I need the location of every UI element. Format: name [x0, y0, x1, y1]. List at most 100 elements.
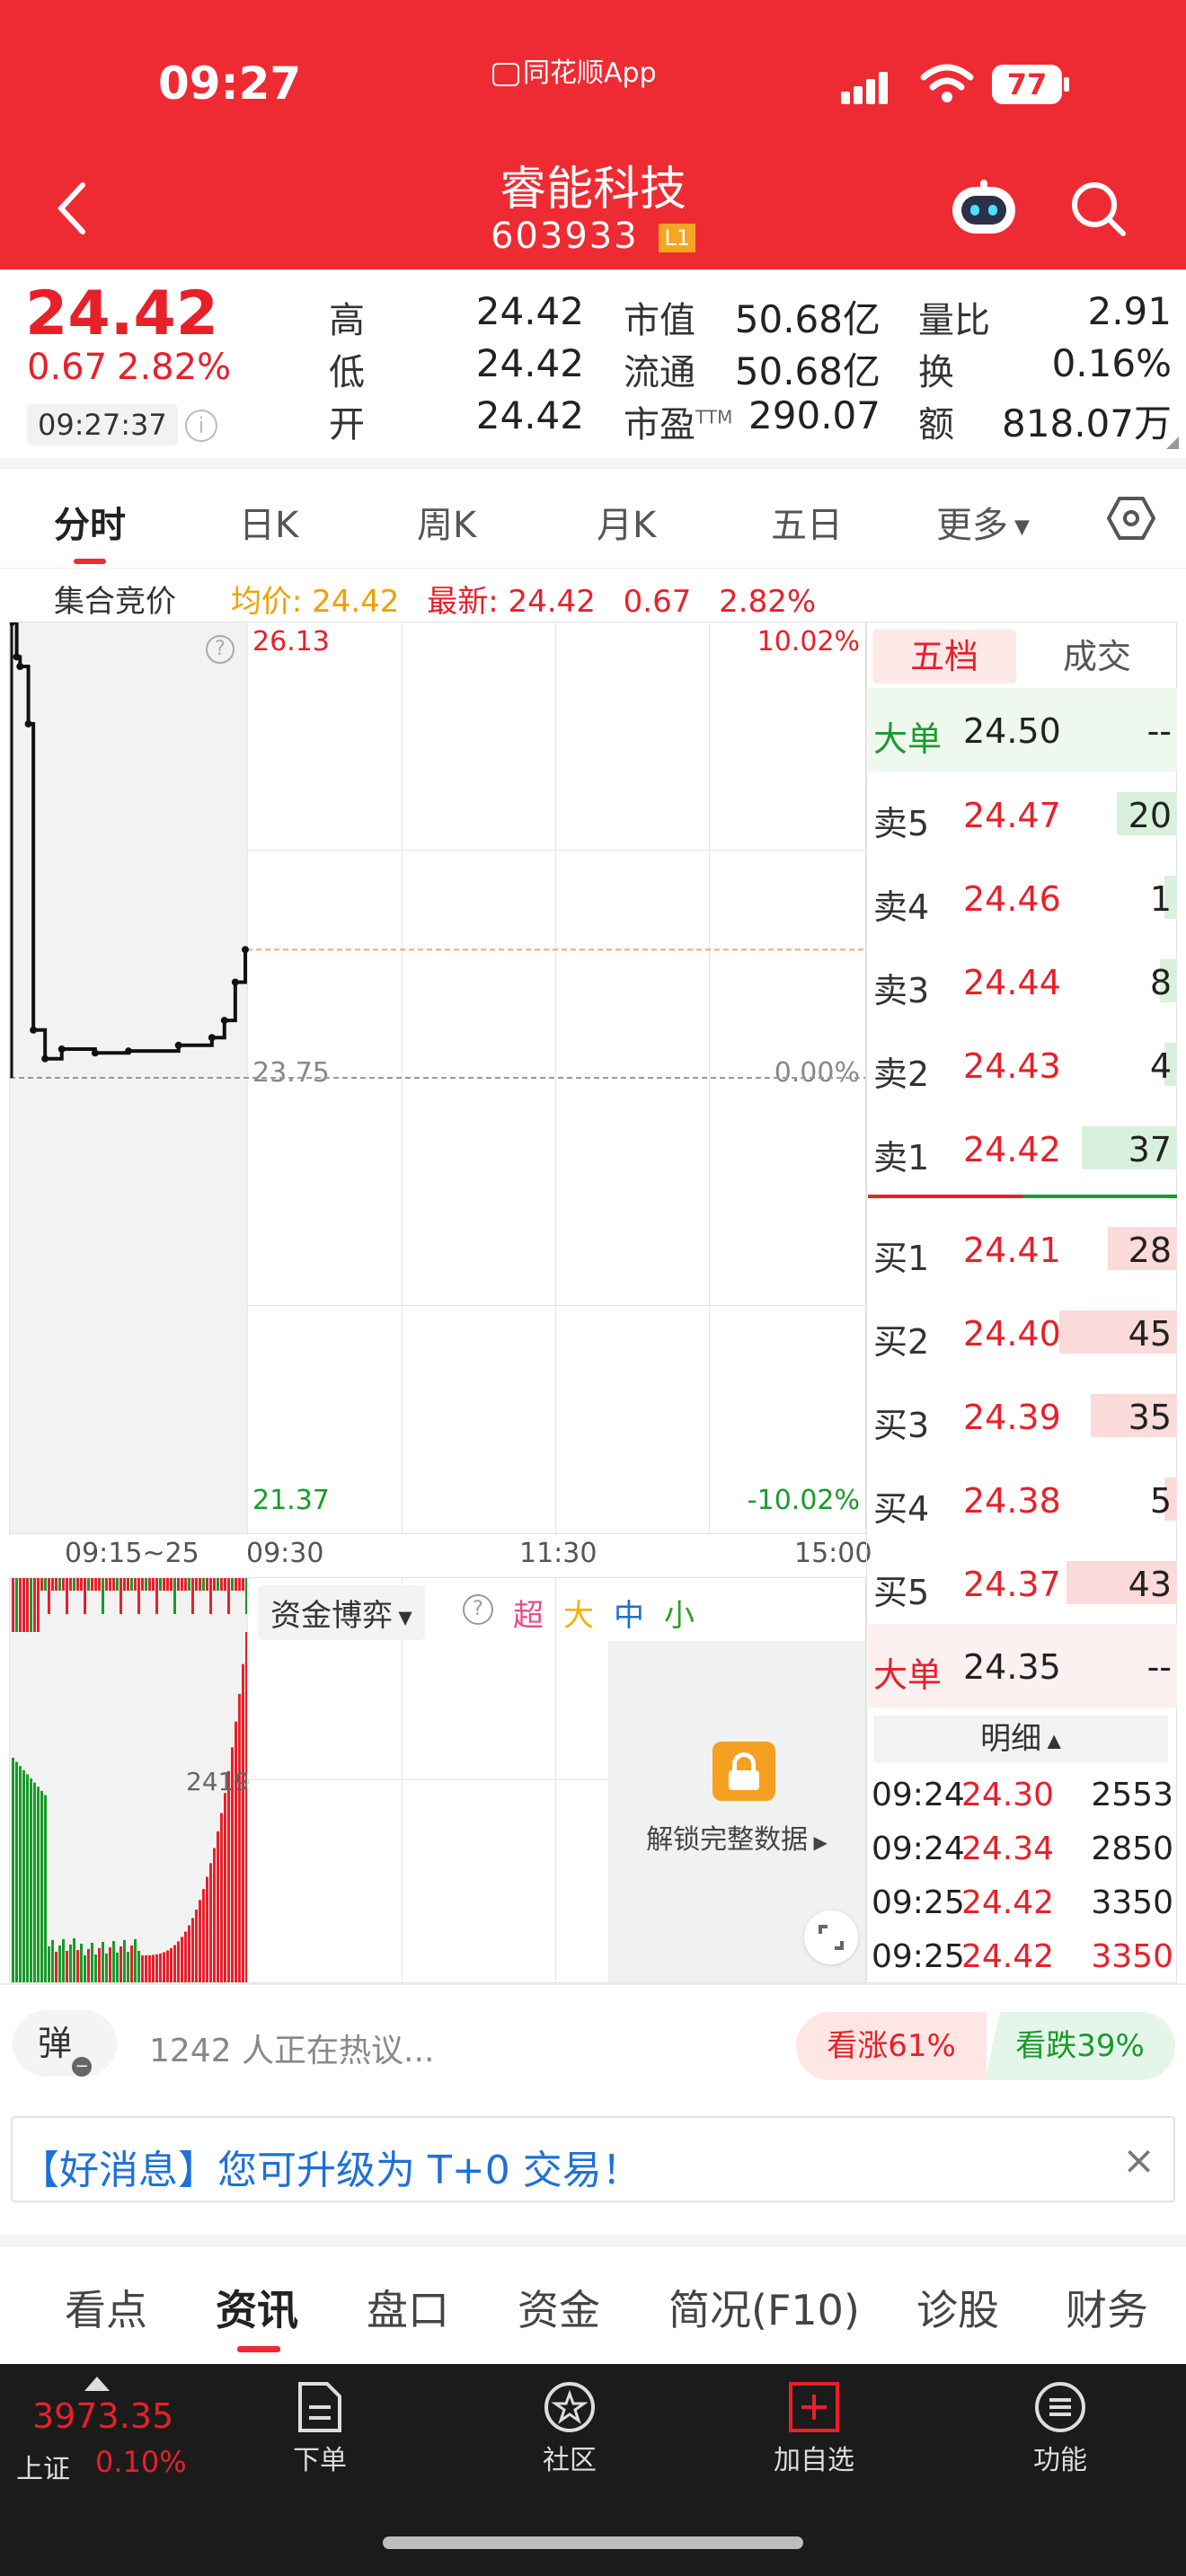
- tab-f10[interactable]: 简况(F10): [668, 2278, 860, 2337]
- unlock-overlay[interactable]: 解锁完整数据 ▶: [608, 1641, 865, 1982]
- tab-weekly-k[interactable]: 周K: [417, 496, 476, 548]
- fund-top-bar: [170, 1578, 173, 1591]
- fund-bar: [62, 1939, 65, 1982]
- bid-label: 买5: [873, 1573, 930, 1612]
- home-indicator: [383, 2536, 803, 2549]
- bid-price: 24.37: [963, 1565, 1061, 1604]
- index-pct: 0.10%: [95, 2445, 187, 2479]
- tab-diagnosis[interactable]: 诊股: [916, 2278, 999, 2337]
- stat-label-low: 低: [329, 352, 365, 393]
- fund-bar: [141, 1954, 144, 1982]
- auction-price-point: [24, 719, 32, 728]
- fund-top-bar: [22, 1578, 25, 1632]
- stat-label-amount: 额: [918, 404, 954, 446]
- fund-bar: [55, 1952, 58, 1982]
- fund-top-bar: [206, 1578, 208, 1591]
- index-widget[interactable]: 3973.35 上证 0.10%: [13, 2371, 201, 2485]
- ask-row: 卖3 24.44 8: [868, 940, 1177, 1023]
- tab-funds[interactable]: 资金: [518, 2278, 600, 2337]
- fund-bar: [48, 1946, 50, 1982]
- auction-price-point: [220, 1017, 228, 1025]
- fund-bar: [66, 1951, 68, 1982]
- fund-top-bar: [58, 1578, 61, 1591]
- active-tab-indicator: [74, 559, 106, 564]
- auction-price-point: [242, 946, 249, 954]
- tab-intraday[interactable]: 分时: [54, 496, 126, 548]
- nav-order[interactable]: 下单: [266, 2380, 374, 2477]
- add-watchlist-icon: [789, 2382, 839, 2432]
- app-label: 同花顺App: [492, 50, 657, 90]
- nav-community[interactable]: 社区: [516, 2380, 624, 2477]
- fund-bar: [195, 1909, 198, 1982]
- fund-bar: [19, 1766, 22, 1982]
- expand-corner-icon[interactable]: [1166, 437, 1179, 449]
- danmu-toggle[interactable]: 弹−: [13, 2010, 117, 2077]
- fund-bar: [145, 1954, 147, 1982]
- fund-category-medium[interactable]: 中: [614, 1591, 644, 1635]
- fund-top-bar: [217, 1578, 219, 1591]
- stat-value-pe: 290.07: [748, 393, 881, 437]
- bid-price: 24.38: [963, 1481, 1061, 1521]
- x-label-close: 15:00: [794, 1538, 872, 1569]
- fund-top-bar: [30, 1578, 32, 1632]
- ask-label: 卖3: [873, 971, 930, 1010]
- fund-bar: [127, 1952, 129, 1982]
- tab-news[interactable]: 资讯: [216, 2278, 298, 2337]
- fund-top-bar: [166, 1578, 169, 1591]
- fullscreen-icon[interactable]: [804, 1910, 858, 1964]
- fund-bar: [137, 1951, 140, 1982]
- quote-time: 09:27:37: [27, 404, 178, 446]
- fund-type-dropdown[interactable]: 资金博弈 ▼: [258, 1585, 425, 1640]
- fund-top-bar: [80, 1578, 83, 1591]
- close-icon[interactable]: ×: [1122, 2138, 1155, 2183]
- tab-order-book[interactable]: 盘口: [367, 2278, 449, 2337]
- fund-bar: [105, 1954, 108, 1982]
- fund-category-super[interactable]: 超: [513, 1591, 544, 1635]
- fund-bar: [220, 1813, 223, 1982]
- nav-add-watchlist[interactable]: 加自选: [760, 2380, 868, 2477]
- intraday-chart[interactable]: ? 26.13 10.02% 23.75 0.00% 21.37 -10.02%: [9, 622, 866, 1534]
- menu-icon: [1035, 2382, 1085, 2432]
- detail-header[interactable]: 明细 ▲: [873, 1716, 1168, 1762]
- bearish-button[interactable]: 看跌39%: [985, 2012, 1175, 2080]
- fund-top-bar: [173, 1578, 176, 1614]
- tab-more[interactable]: 更多 ▼: [936, 496, 1030, 548]
- fund-bar: [80, 1944, 83, 1982]
- trade-price: 24.30: [961, 1777, 1055, 1813]
- ask-price: 24.42: [963, 1130, 1061, 1169]
- discussion-text[interactable]: 1242 人正在热议...: [149, 2025, 434, 2071]
- tab-five-day[interactable]: 五日: [771, 496, 843, 548]
- fund-top-bar: [209, 1578, 212, 1614]
- tab-daily-k[interactable]: 日K: [239, 496, 298, 548]
- fund-bar: [76, 1950, 79, 1982]
- settings-hexagon-icon[interactable]: [1107, 496, 1155, 541]
- notice-banner[interactable]: 【好消息】您可升级为 T+0 交易！ ×: [11, 2116, 1175, 2202]
- fund-category-small[interactable]: 小: [664, 1591, 695, 1635]
- info-icon[interactable]: i: [185, 410, 217, 442]
- bid-row: 买3 24.39 35: [868, 1374, 1177, 1458]
- search-icon[interactable]: [1069, 180, 1128, 239]
- robot-assistant-icon[interactable]: [952, 180, 1015, 237]
- ask-label: 卖2: [873, 1054, 930, 1094]
- nav-functions[interactable]: 功能: [1006, 2380, 1114, 2477]
- bid-volume: 43: [1128, 1565, 1172, 1604]
- price-change-pct: 2.82%: [117, 347, 232, 388]
- fund-top-bar: [155, 1578, 158, 1614]
- trade-time: 09:24: [872, 1831, 965, 1867]
- tab-financials[interactable]: 财务: [1066, 2278, 1148, 2337]
- stat-value-low: 24.42: [475, 341, 584, 385]
- tab-five-level[interactable]: 五档: [872, 630, 1016, 684]
- bullish-button[interactable]: 看涨61%: [796, 2012, 987, 2080]
- fund-category-large[interactable]: 大: [563, 1591, 594, 1635]
- tab-trades[interactable]: 成交: [1025, 630, 1169, 684]
- fund-top-bar: [188, 1578, 190, 1591]
- fund-help-icon[interactable]: ?: [463, 1594, 493, 1625]
- fund-bar: [40, 1790, 43, 1982]
- tab-monthly-k[interactable]: 月K: [597, 496, 656, 548]
- fund-top-bar: [48, 1578, 50, 1614]
- fund-top-bar: [69, 1578, 72, 1591]
- tab-highlights[interactable]: 看点: [65, 2278, 147, 2337]
- bid-row: 买5 24.37 43: [868, 1541, 1177, 1625]
- fund-bar: [98, 1948, 101, 1982]
- ask-row: 卖1 24.42 37: [868, 1107, 1177, 1190]
